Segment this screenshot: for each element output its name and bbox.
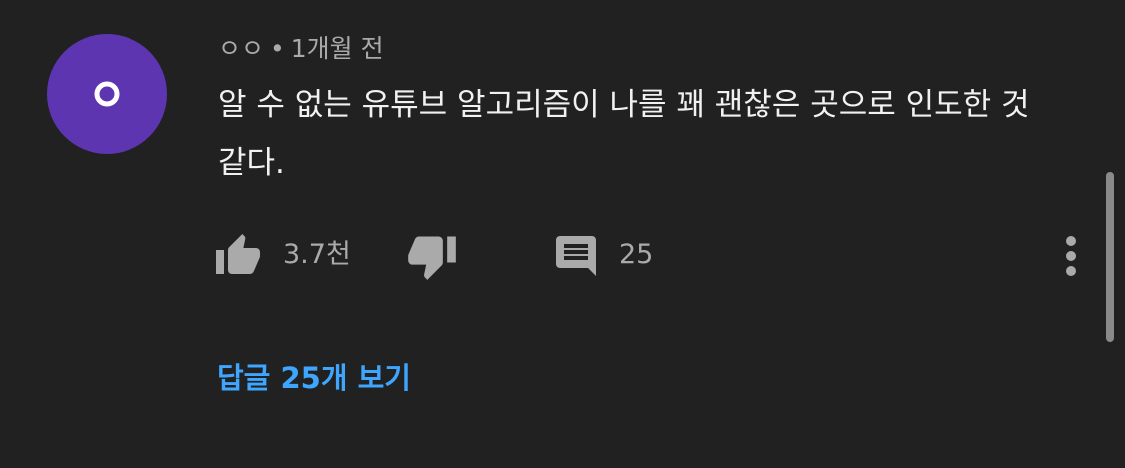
comment-timestamp[interactable]: 1개월 전	[291, 34, 384, 63]
comment-thread: ㅇㅇ • 1개월 전 알 수 없는 유튜브 알고리즘이 나를 꽤 괜찮은 곳으로 인…	[0, 0, 1125, 468]
avatar-letter-icon	[94, 81, 120, 107]
thumb-down-icon	[408, 236, 456, 280]
author-name[interactable]: ㅇㅇ	[218, 34, 264, 63]
view-replies-link[interactable]: 답글 25개 보기	[217, 356, 411, 400]
scrollbar-thumb[interactable]	[1106, 172, 1114, 342]
like-button[interactable]	[214, 228, 262, 284]
meta-separator: •	[270, 34, 285, 63]
more-options-button[interactable]	[1058, 228, 1084, 284]
more-vert-icon	[1066, 236, 1076, 276]
comment-header: ㅇㅇ • 1개월 전	[218, 30, 384, 68]
dislike-button[interactable]	[406, 228, 458, 284]
reply-button[interactable]	[552, 228, 600, 284]
like-count: 3.7천	[283, 239, 351, 270]
comment-text: 알 수 없는 유튜브 알고리즘이 나를 꽤 괜찮은 곳으로 인도한 것 같다.	[218, 87, 1030, 181]
avatar[interactable]	[47, 34, 167, 154]
comment-icon	[556, 236, 596, 276]
thumb-up-icon	[216, 234, 260, 274]
reply-count: 25	[619, 239, 654, 270]
